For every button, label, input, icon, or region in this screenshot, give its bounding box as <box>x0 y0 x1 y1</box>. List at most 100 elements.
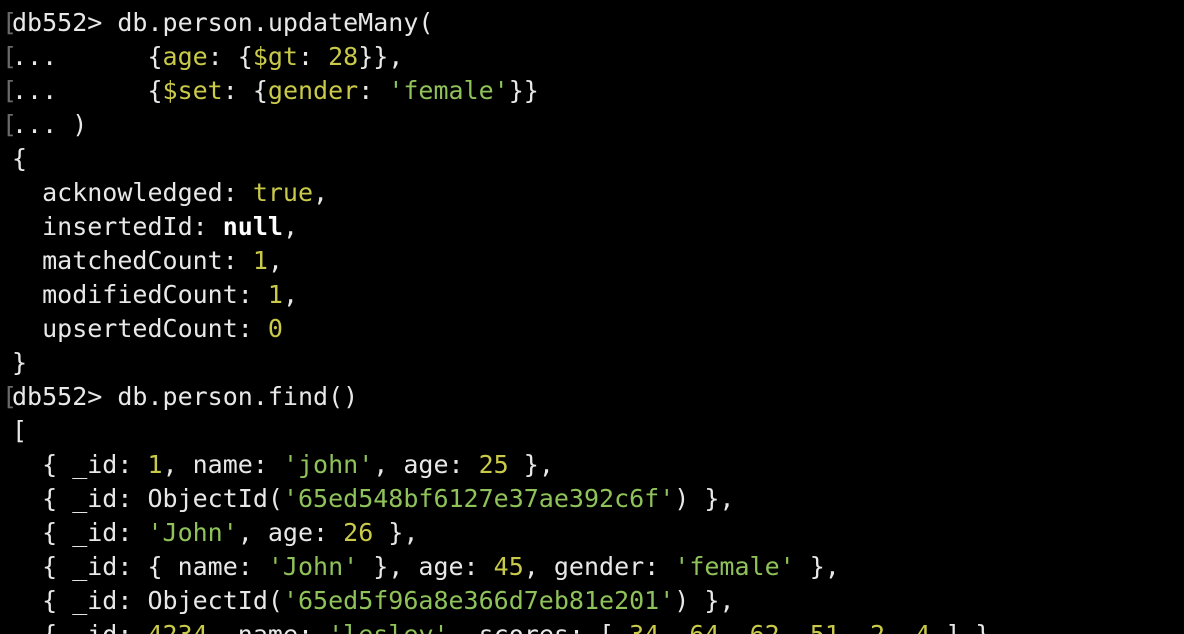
terminal-line: { _id: ObjectId('65ed5f96a8e366d7eb81e20… <box>0 584 1184 618</box>
terminal-line: [... ) <box>0 108 1184 142</box>
terminal-text-segment: gender <box>267 76 359 105</box>
terminal-line: matchedCount: 1, <box>0 244 1184 278</box>
terminal-text-segment: , <box>885 620 915 634</box>
terminal-text-segment: }}, <box>358 42 404 71</box>
terminal-text-segment: matchedCount: <box>12 246 253 275</box>
terminal-text-segment: , age: <box>373 450 479 479</box>
terminal-line: acknowledged: true, <box>0 176 1184 210</box>
terminal-text-segment: , gender: <box>523 552 675 581</box>
terminal-text-segment: $set <box>162 76 223 105</box>
terminal-text-segment: 4234 <box>147 620 207 634</box>
terminal-text-segment: , <box>313 178 329 207</box>
terminal-line: [db552> db.person.updateMany( <box>0 6 1184 40</box>
terminal-text-segment: 0 <box>267 314 283 343</box>
terminal-text-segment: 2 <box>870 620 885 634</box>
terminal-text-segment: }, <box>373 518 419 547</box>
terminal-line: [... {$set: {gender: 'female'}} <box>0 74 1184 108</box>
line-gutter-marker: [ <box>2 110 18 139</box>
terminal-text-segment: db552> db.person.updateMany( <box>12 8 434 37</box>
terminal-text-segment: , age: <box>237 518 344 547</box>
terminal-text-segment: [ <box>12 416 28 445</box>
terminal-text-segment: , <box>282 212 298 241</box>
terminal-text-segment: { _id: ObjectId( <box>12 586 283 615</box>
terminal-text-segment: 64 <box>689 620 719 634</box>
terminal-text-segment: 'lesley' <box>328 620 448 634</box>
terminal-line: insertedId: null, <box>0 210 1184 244</box>
terminal-text-segment: 51 <box>810 620 840 634</box>
terminal-line: modifiedCount: 1, <box>0 278 1184 312</box>
line-gutter-marker: [ <box>2 76 18 105</box>
terminal-line: } <box>0 346 1184 380</box>
terminal-line: { _id: { name: 'John' }, age: 45, gender… <box>0 550 1184 584</box>
terminal-text-segment: 26 <box>343 518 374 547</box>
terminal-text-segment: 25 <box>478 450 509 479</box>
terminal-text-segment: }, <box>508 450 554 479</box>
terminal-text-segment: 45 <box>493 552 524 581</box>
terminal-text-segment: : { <box>222 76 268 105</box>
terminal-text-segment: , <box>267 246 283 275</box>
terminal-text-segment: , <box>719 620 749 634</box>
terminal-text-segment: : <box>358 76 389 105</box>
terminal-text-segment: '65ed5f96a8e366d7eb81e201' <box>282 586 675 615</box>
terminal-text-segment: 34 <box>629 620 659 634</box>
terminal-line: { _id: ObjectId('65ed548bf6127e37ae392c6… <box>0 482 1184 516</box>
terminal-text-segment: 28 <box>328 42 359 71</box>
terminal-text-segment: 'John' <box>267 552 359 581</box>
terminal-text-segment: }, age: <box>358 552 494 581</box>
terminal-text-segment: 'female' <box>388 76 509 105</box>
terminal-text-segment: upsertedCount: <box>12 314 268 343</box>
terminal-text-segment: ] }, <box>930 620 1005 634</box>
terminal-text-segment: ... { <box>12 42 163 71</box>
terminal-line: { _id: 1, name: 'john', age: 25 }, <box>0 448 1184 482</box>
terminal-text-segment: , name: <box>162 450 283 479</box>
terminal-text-segment: }} <box>508 76 539 105</box>
terminal-text-segment: 1 <box>147 450 163 479</box>
terminal-line: { _id: 'John', age: 26 }, <box>0 516 1184 550</box>
terminal-text-segment: true <box>252 178 314 207</box>
terminal-text-segment: , <box>780 620 810 634</box>
terminal-text-segment: : { <box>207 42 253 71</box>
terminal-text-segment: 4 <box>915 620 930 634</box>
terminal-line: upsertedCount: 0 <box>0 312 1184 346</box>
terminal-text-segment: ... { <box>12 76 163 105</box>
terminal-text-segment: , <box>840 620 870 634</box>
terminal-text-segment: , scores: [ <box>449 620 630 634</box>
terminal-text-segment: { _id: <box>12 450 148 479</box>
terminal-text-segment: 1 <box>267 280 283 309</box>
terminal-text-segment: { _id: <box>12 518 148 547</box>
terminal-text-segment: ) }, <box>674 484 735 513</box>
terminal-line: { <box>0 142 1184 176</box>
terminal-text-segment: acknowledged: <box>12 178 253 207</box>
terminal-window[interactable]: [db552> db.person.updateMany([... {age: … <box>0 0 1184 634</box>
terminal-text-segment: }, <box>794 552 840 581</box>
terminal-text-segment: 'john' <box>282 450 374 479</box>
terminal-text-segment: { _id: { name: <box>12 552 268 581</box>
terminal-text-segment: { _id: <box>12 620 147 634</box>
terminal-text-segment: ) }, <box>674 586 735 615</box>
terminal-text-segment: insertedId: <box>12 212 223 241</box>
terminal-text-segment: , <box>282 280 298 309</box>
terminal-text-segment: '65ed548bf6127e37ae392c6f' <box>282 484 675 513</box>
terminal-line: { _id: 4234, name: 'lesley', scores: [ 3… <box>0 618 1184 634</box>
terminal-text-segment: 1 <box>252 246 268 275</box>
terminal-text-segment: null <box>222 212 283 241</box>
terminal-text-segment: 'John' <box>147 518 238 547</box>
terminal-line: [... {age: {$gt: 28}}, <box>0 40 1184 74</box>
terminal-line: [db552> db.person.find() <box>0 380 1184 414</box>
terminal-text-segment: { _id: ObjectId( <box>12 484 283 513</box>
terminal-text-segment: $gt <box>252 42 298 71</box>
terminal-text-segment: db552> db.person.find() <box>12 382 359 411</box>
line-gutter-marker: [ <box>2 8 18 37</box>
terminal-text-segment: modifiedCount: <box>12 280 268 309</box>
line-gutter-marker: [ <box>2 42 18 71</box>
terminal-text-segment: ... ) <box>12 110 88 139</box>
terminal-text-segment: 'female' <box>674 552 795 581</box>
terminal-text-segment: , name: <box>208 620 328 634</box>
terminal-text-segment: 62 <box>750 620 780 634</box>
terminal-text-segment: age <box>162 42 208 71</box>
terminal-text-segment: { <box>12 144 28 173</box>
line-gutter-marker: [ <box>2 382 18 411</box>
terminal-text-segment: , <box>659 620 689 634</box>
terminal-text-segment: } <box>12 348 28 377</box>
terminal-text-segment: : <box>297 42 329 71</box>
